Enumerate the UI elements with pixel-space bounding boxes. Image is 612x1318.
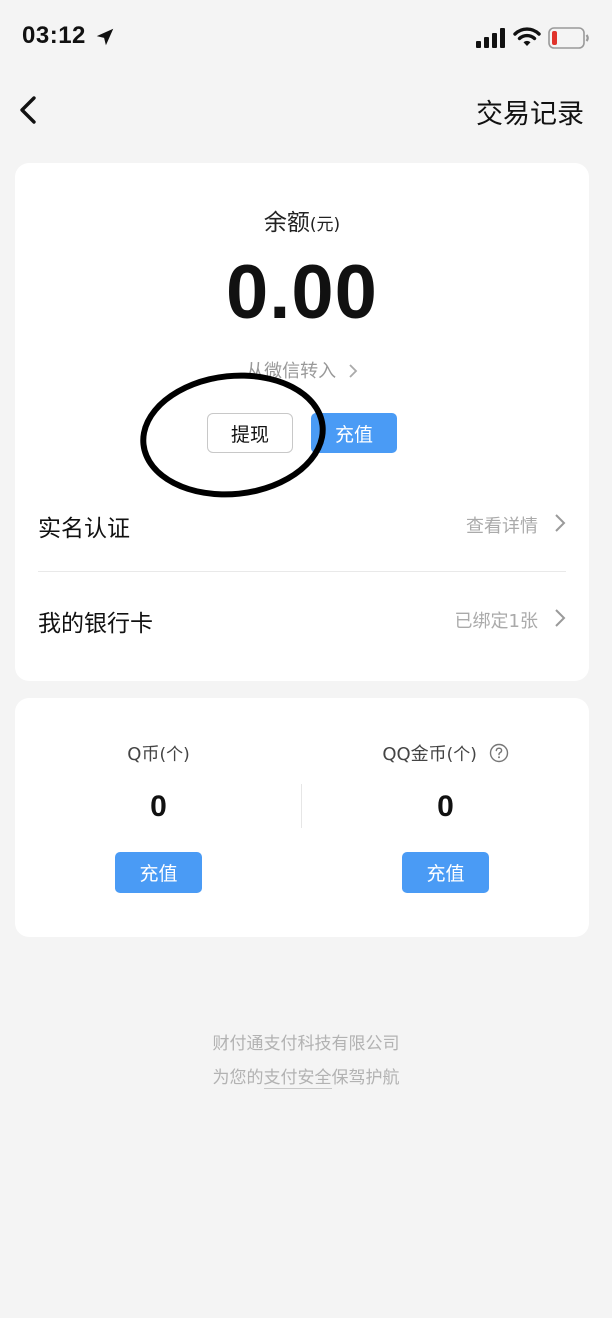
transfer-link-text: 从微信转入 xyxy=(246,361,337,382)
withdraw-button[interactable]: 提现 xyxy=(207,413,293,453)
qq-gold-value: 0 xyxy=(437,790,454,823)
recharge-button[interactable]: 充值 xyxy=(311,413,397,453)
q-coin-label: Q币(个) xyxy=(15,740,302,766)
q-coin-label-text: Q币 xyxy=(127,744,160,765)
status-time: 03:12 xyxy=(22,22,86,49)
row-value: 查看详情 xyxy=(466,516,538,537)
wifi-icon xyxy=(513,27,541,46)
status-bar: 03:12 xyxy=(0,0,612,78)
footer-company: 财付通支付科技有限公司 xyxy=(212,1034,400,1054)
chevron-right-icon xyxy=(555,609,566,627)
chevron-right-icon xyxy=(349,364,358,378)
location-arrow-icon xyxy=(96,28,114,46)
chevron-right-icon xyxy=(555,514,566,532)
row-title: 我的银行卡 xyxy=(38,611,153,637)
q-coin-value: 0 xyxy=(150,790,167,823)
divider xyxy=(38,571,566,572)
help-question-icon[interactable] xyxy=(489,743,509,763)
transfer-from-wechat-link[interactable]: 从微信转入 xyxy=(15,357,589,383)
coins-card: Q币(个) 0 充值 QQ金币(个) 0 充值 xyxy=(15,698,589,937)
balance-amount: 0.00 xyxy=(226,250,378,335)
qq-gold-unit: (个) xyxy=(446,745,477,765)
footer-tagline-suffix: 保驾护航 xyxy=(331,1068,400,1088)
qq-gold-recharge-button[interactable]: 充值 xyxy=(402,852,489,893)
cellular-signal-icon xyxy=(476,28,505,48)
q-coin-recharge-button[interactable]: 充值 xyxy=(115,852,202,893)
back-arrow-icon[interactable] xyxy=(16,90,44,130)
qq-gold-label-text: QQ金币 xyxy=(382,744,447,765)
row-title: 实名认证 xyxy=(38,516,130,542)
real-name-verification-row[interactable]: 实名认证 查看详情 xyxy=(38,489,566,559)
footer-tagline-prefix: 为您的 xyxy=(212,1068,264,1088)
battery-low-icon xyxy=(548,27,589,49)
balance-unit: (元) xyxy=(309,215,341,235)
transaction-records-link[interactable]: 交易记录 xyxy=(476,92,584,131)
balance-label: 余额(元) xyxy=(15,203,589,237)
qq-gold-section: QQ金币(个) 0 充值 xyxy=(302,698,589,937)
balance-card: 余额(元) 0.00 从微信转入 提现 充值 实名认证 查看详情 我的银行卡 已… xyxy=(15,163,589,681)
footer-tagline: 为您的支付安全保驾护航 xyxy=(0,1063,612,1089)
balance-label-text: 余额 xyxy=(263,210,310,236)
q-coin-section: Q币(个) 0 充值 xyxy=(15,698,302,937)
my-bank-card-row[interactable]: 我的银行卡 已绑定1张 xyxy=(38,584,566,654)
qq-gold-label: QQ金币(个) xyxy=(302,740,589,766)
q-coin-unit: (个) xyxy=(159,745,190,765)
payment-security-link[interactable]: 支付安全 xyxy=(263,1068,332,1089)
row-value: 已绑定1张 xyxy=(454,611,538,632)
nav-bar: 交易记录 xyxy=(0,78,612,142)
